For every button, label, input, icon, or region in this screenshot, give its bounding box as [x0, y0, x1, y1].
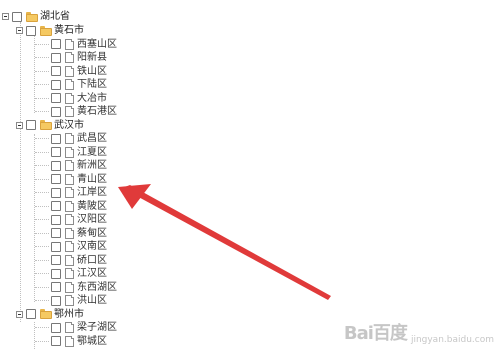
- watermark: Bai百度 jingyan.baidu.com: [344, 319, 494, 345]
- annotation-arrow: [118, 184, 331, 300]
- watermark-url: jingyan.baidu.com: [410, 335, 494, 345]
- annotation-arrow-shaft: [122, 185, 331, 300]
- watermark-logo: Bai百度: [343, 323, 408, 344]
- tree-view: 湖北省 黄石市 西塞山区 阳新县 铁山区 下陆区 大冶市 黄石港区 武汉市 武昌区 江夏区 新洲区青…: [0, 0, 500, 349]
